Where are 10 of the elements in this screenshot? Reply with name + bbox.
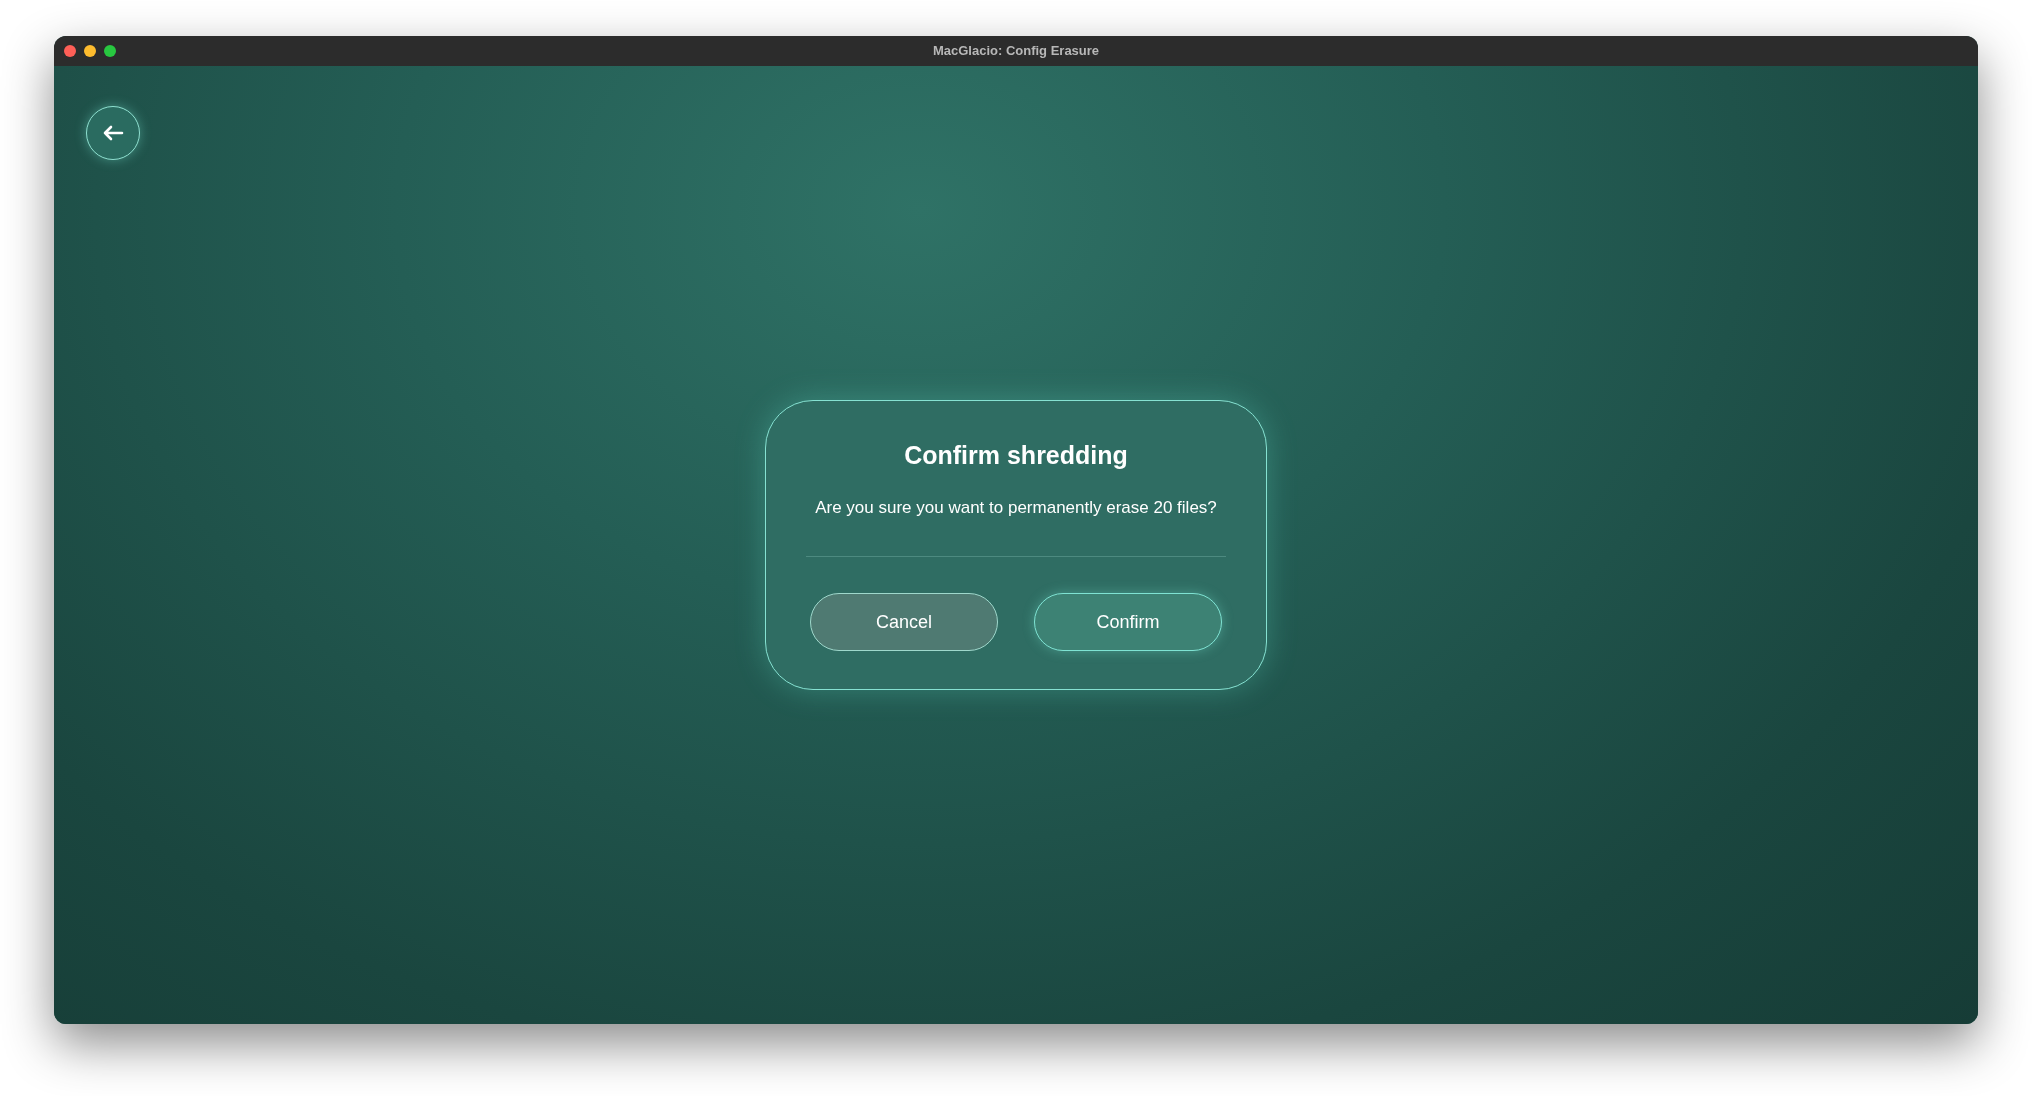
zoom-window-button[interactable] [104,45,116,57]
dialog-title: Confirm shredding [904,440,1128,471]
minimize-window-button[interactable] [84,45,96,57]
close-window-button[interactable] [64,45,76,57]
confirm-button[interactable]: Confirm [1034,593,1222,651]
left-arrow-icon [102,125,124,141]
back-button[interactable] [86,106,140,160]
cancel-button[interactable]: Cancel [810,593,998,651]
window-title: MacGlacio: Config Erasure [932,42,1100,61]
dialog-message: Are you sure you want to permanently erase 20 files? [815,496,1217,519]
